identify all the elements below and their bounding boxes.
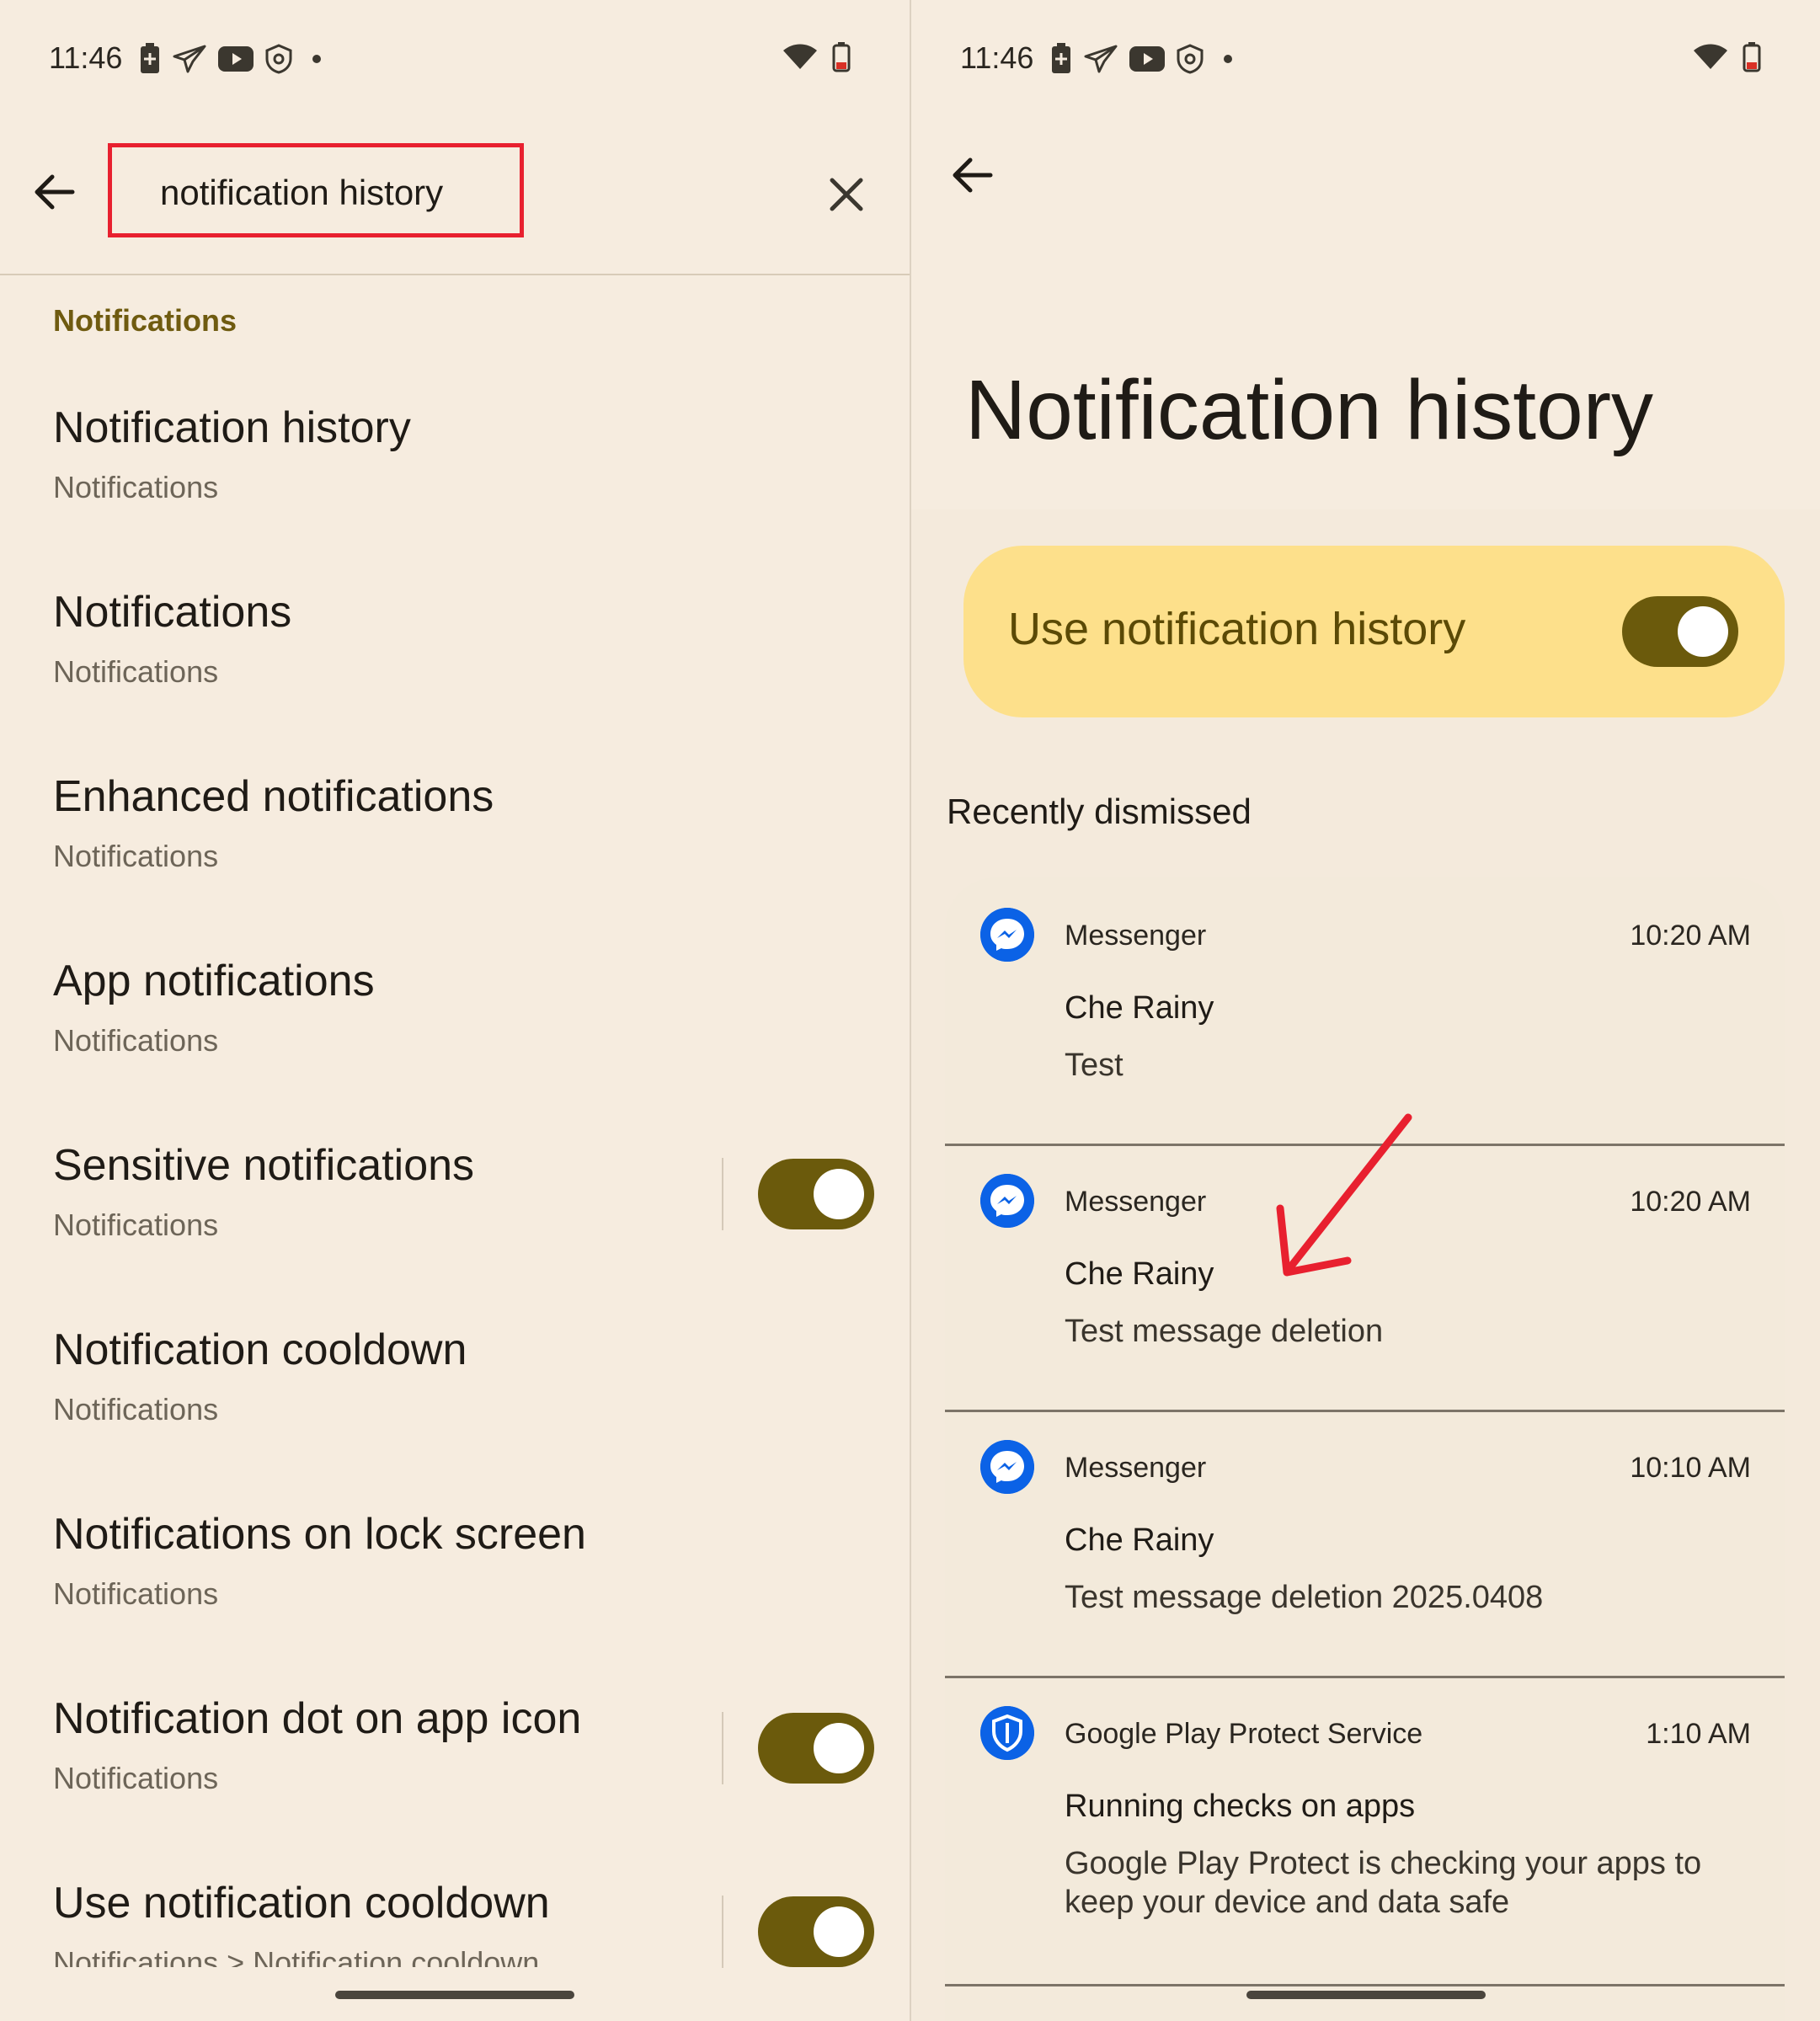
section-label: Notifications xyxy=(53,303,238,338)
notification-app-name: Messenger xyxy=(1065,920,1207,952)
notification-list: Messenger 10:20 AM Che Rainy Test Messen… xyxy=(945,877,1785,2021)
notification-title: Che Rainy xyxy=(1065,1522,1214,1558)
dot-icon xyxy=(1224,55,1232,63)
vpn-shield-icon xyxy=(1177,44,1204,74)
result-subtitle: Notifications xyxy=(53,470,219,504)
messenger-icon xyxy=(980,1440,1034,1494)
use-notification-cooldown-toggle[interactable] xyxy=(758,1896,874,1967)
search-query: notification history xyxy=(160,173,444,212)
battery-low-icon xyxy=(832,42,851,72)
send-icon xyxy=(1084,45,1118,73)
gesture-nav-bar[interactable] xyxy=(335,1991,574,1999)
toggle-knob xyxy=(814,1169,864,1219)
close-icon[interactable] xyxy=(827,175,866,214)
search-result-notification-cooldown[interactable]: Notification cooldown Notifications xyxy=(53,1325,895,1427)
notification-item[interactable]: Google Play Protect Service 1:10 AM Runn… xyxy=(945,1676,1785,1986)
search-input[interactable]: notification history xyxy=(108,143,524,237)
notification-time: 10:10 AM xyxy=(1630,1452,1751,1484)
notification-item[interactable]: Messenger 10:10 AM Che Rainy Test messag… xyxy=(945,1410,1785,1678)
dot-icon xyxy=(312,55,321,63)
use-notification-history-label: Use notification history xyxy=(1008,604,1466,654)
notification-history-screen: 11:46 Notification history Use notificat… xyxy=(911,0,1820,2021)
result-title: Notification cooldown xyxy=(53,1325,467,1374)
back-arrow-icon[interactable] xyxy=(948,152,995,199)
notification-app-name: Messenger xyxy=(1065,1452,1207,1484)
youtube-icon xyxy=(218,46,254,72)
result-subtitle: Notifications xyxy=(53,1576,219,1611)
toggle-divider xyxy=(722,1896,723,1968)
result-title: App notifications xyxy=(53,957,375,1005)
notification-dot-toggle[interactable] xyxy=(758,1713,874,1784)
red-arrow-icon xyxy=(1276,1113,1412,1277)
gesture-nav-bar[interactable] xyxy=(1246,1991,1486,1999)
notification-text: Test message deletion xyxy=(1065,1314,1384,1349)
status-time: 11:46 xyxy=(960,40,1034,75)
page-title: Notification history xyxy=(965,363,1653,457)
status-bar: 11:46 xyxy=(911,32,1820,83)
notification-text: Google Play Protect is checking your app… xyxy=(1065,1846,1702,1920)
battery-low-icon xyxy=(1743,42,1761,72)
result-title: Notification history xyxy=(53,403,411,452)
result-title: Notifications xyxy=(53,588,292,637)
result-subtitle: Notifications xyxy=(53,1023,219,1058)
result-title: Enhanced notifications xyxy=(53,772,494,821)
red-arrow-annotation xyxy=(910,1103,1112,1297)
notification-app-name: Google Play Protect Service xyxy=(1065,1718,1423,1750)
header-divider xyxy=(0,274,910,275)
toggle-knob xyxy=(814,1906,864,1957)
search-result-notifications-on-lock-screen[interactable]: Notifications on lock screen Notificatio… xyxy=(53,1509,895,1612)
notification-title: Che Rainy xyxy=(1065,990,1214,1026)
sensitive-notifications-toggle[interactable] xyxy=(758,1159,874,1229)
result-subtitle: Notifications xyxy=(53,654,219,689)
toggle-divider xyxy=(722,1712,723,1784)
use-notification-history-toggle[interactable] xyxy=(1622,596,1738,667)
play-protect-icon xyxy=(980,1706,1034,1760)
search-result-enhanced-notifications[interactable]: Enhanced notifications Notifications xyxy=(53,771,895,874)
wifi-icon xyxy=(1694,44,1727,69)
messenger-icon xyxy=(980,908,1034,962)
toggle-knob xyxy=(1678,606,1728,657)
status-bar: 11:46 xyxy=(0,32,910,83)
status-time: 11:46 xyxy=(49,40,123,75)
youtube-icon xyxy=(1129,46,1165,72)
search-result-app-notifications[interactable]: App notifications Notifications xyxy=(53,956,895,1058)
battery-saver-icon xyxy=(1052,43,1070,73)
wifi-icon xyxy=(783,44,817,69)
notification-time: 10:20 AM xyxy=(1630,1186,1751,1218)
use-notification-history-card[interactable]: Use notification history xyxy=(963,546,1785,717)
notification-title: Running checks on apps xyxy=(1065,1789,1416,1824)
back-arrow-icon[interactable] xyxy=(30,168,77,216)
result-title: Notifications on lock screen xyxy=(53,1510,586,1559)
notification-text: Test xyxy=(1065,1048,1123,1083)
send-icon xyxy=(173,45,206,73)
notification-text: Test message deletion 2025.0408 xyxy=(1065,1580,1544,1615)
search-result-notification-history[interactable]: Notification history Notifications xyxy=(53,403,895,505)
result-subtitle: Notifications xyxy=(53,1392,219,1426)
toggle-divider xyxy=(722,1158,723,1230)
result-subtitle: Notifications xyxy=(53,839,219,873)
settings-search-screen: 11:46 notification history Notifications… xyxy=(0,0,910,2021)
notification-time: 1:10 AM xyxy=(1646,1718,1751,1750)
recently-dismissed-heading: Recently dismissed xyxy=(947,792,1252,831)
toggle-knob xyxy=(814,1723,864,1773)
vpn-shield-icon xyxy=(265,44,292,74)
search-result-notifications[interactable]: Notifications Notifications xyxy=(53,587,895,690)
battery-saver-icon xyxy=(141,43,159,73)
notification-time: 10:20 AM xyxy=(1630,920,1751,952)
